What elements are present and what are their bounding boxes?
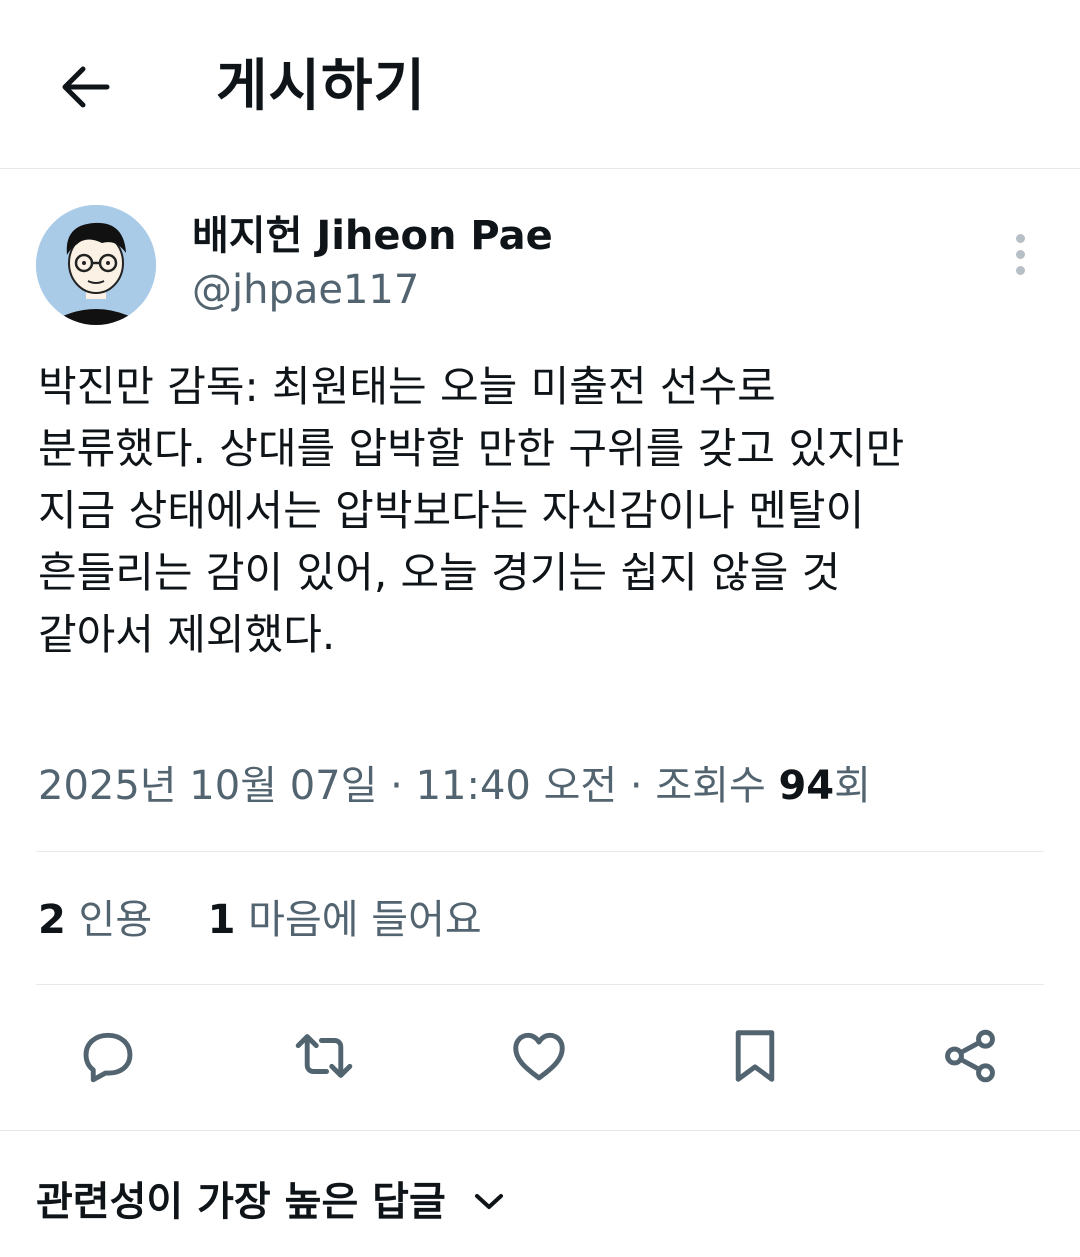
- quotes-label: 인용: [65, 897, 153, 943]
- likes-stat[interactable]: 1 마음에 들어요: [208, 897, 482, 943]
- author-handle[interactable]: @jhpae117: [192, 264, 419, 316]
- replies-sort-label: 관련성이 가장 높은 답글: [36, 1179, 446, 1225]
- share-icon: [945, 1029, 995, 1083]
- chevron-down-icon: [474, 1194, 503, 1209]
- back-button[interactable]: [56, 58, 114, 116]
- author-name[interactable]: 배지헌 Jiheon Pae: [192, 210, 553, 262]
- tweet-text: 박진만 감독: 최원태는 오늘 미출전 선수로 분류했다. 상대를 압박할 만한…: [38, 356, 1048, 666]
- post-time[interactable]: 11:40 오전: [416, 763, 618, 809]
- more-dot: [1015, 249, 1025, 259]
- tweet-line: 흔들리는 감이 있어, 오늘 경기는 쉽지 않을 것: [38, 548, 841, 597]
- tweet-line: 지금 상태에서는 압박보다는 자신감이나 멘탈이: [38, 486, 865, 535]
- divider: [0, 1130, 1080, 1131]
- reply-button[interactable]: [72, 1020, 144, 1092]
- tweet-line: 같아서 제외했다.: [38, 610, 336, 659]
- views-count: 94: [778, 763, 835, 809]
- top-bar: 게시하기: [0, 0, 1080, 169]
- more-options-button[interactable]: [1000, 228, 1040, 280]
- post-date[interactable]: 2025년 10월 07일: [38, 763, 377, 809]
- retweet-button[interactable]: [288, 1020, 360, 1092]
- replies-sort-dropdown[interactable]: 관련성이 가장 높은 답글: [36, 1172, 504, 1232]
- reply-icon: [83, 1032, 133, 1083]
- meta-separator: ·: [617, 763, 656, 809]
- more-dot: [1015, 265, 1025, 275]
- avatar[interactable]: [36, 205, 156, 325]
- meta-separator: ·: [377, 763, 416, 809]
- bookmark-button[interactable]: [719, 1020, 791, 1092]
- likes-label: 마음에 들어요: [235, 897, 482, 943]
- retweet-icon: [295, 1034, 353, 1078]
- divider: [36, 984, 1044, 985]
- divider: [36, 851, 1044, 852]
- bookmark-icon: [735, 1030, 775, 1082]
- quotes-stat[interactable]: 2 인용: [38, 897, 152, 943]
- tweet-meta: 2025년 10월 07일 · 11:40 오전 · 조회수 94회: [38, 758, 871, 814]
- views-label: 조회수: [655, 763, 779, 809]
- quotes-count: 2: [38, 897, 66, 943]
- more-dots-icon: [1015, 233, 1025, 243]
- tweet-line: 분류했다. 상대를 압박할 만한 구위를 갖고 있지만: [38, 424, 905, 473]
- like-button[interactable]: [503, 1020, 575, 1092]
- like-icon: [513, 1032, 565, 1081]
- page-title: 게시하기: [216, 54, 427, 119]
- likes-count: 1: [207, 897, 236, 943]
- cartoon-avatar: [36, 205, 156, 325]
- views-suffix: 회: [834, 763, 871, 809]
- share-button[interactable]: [934, 1020, 1006, 1092]
- engagement-stats: 2 인용 1 마음에 들어요: [38, 892, 482, 948]
- arrow-left-icon: [62, 66, 110, 108]
- tweet-line: 박진만 감독: 최원태는 오늘 미출전 선수로: [38, 362, 776, 411]
